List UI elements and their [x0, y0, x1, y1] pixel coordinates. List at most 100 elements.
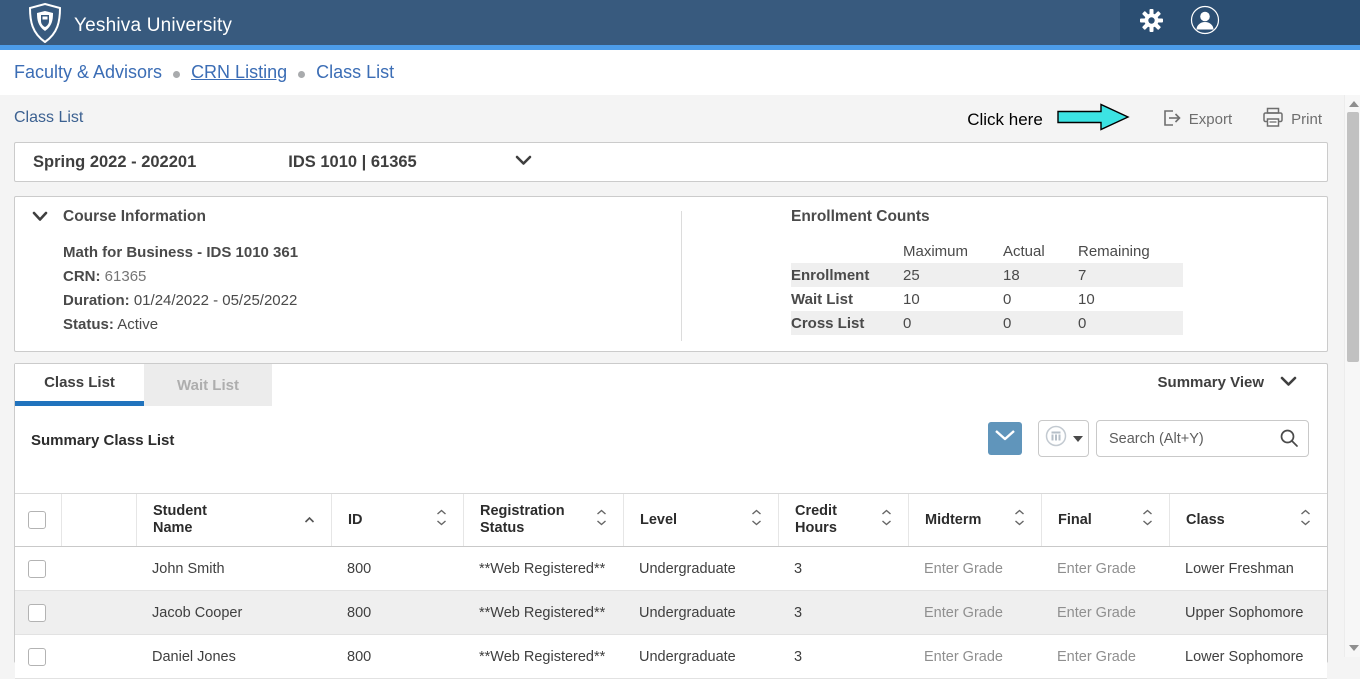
list-toolbar: Summary Class List: [15, 406, 1327, 493]
row-label: Cross List: [791, 311, 903, 335]
header-blank-column: [61, 494, 136, 546]
caret-down-icon: [1073, 436, 1083, 442]
breadcrumb-faculty-advisors[interactable]: Faculty & Advisors: [14, 62, 162, 83]
sort-ascending-icon[interactable]: [304, 512, 315, 529]
export-label: Export: [1189, 111, 1232, 128]
status-label: Status:: [63, 316, 114, 333]
sort-icon[interactable]: [751, 509, 762, 531]
row-label: Enrollment: [791, 263, 903, 287]
breadcrumb-class-list: Class List: [316, 62, 394, 83]
print-button[interactable]: Print: [1262, 107, 1322, 132]
brand[interactable]: Yeshiva University: [28, 3, 232, 48]
annotation-arrow-icon: [1057, 103, 1131, 136]
sort-icon[interactable]: [1300, 509, 1311, 531]
sort-icon[interactable]: [881, 509, 892, 531]
enrollment-col-maximum: Maximum: [903, 239, 1003, 263]
term-value: Spring 2022 - 202201: [33, 153, 196, 172]
enrollment-counts-table: Maximum Actual Remaining Enrollment 25 1…: [791, 239, 1183, 335]
registration-status-cell: **Web Registered**: [463, 561, 623, 577]
class-list-panel: Class List Wait List Summary View Summar…: [14, 363, 1328, 663]
vertical-scrollbar[interactable]: [1344, 95, 1360, 657]
status-value: Active: [117, 316, 158, 333]
search-input[interactable]: [1096, 420, 1309, 457]
scroll-down-arrow[interactable]: [1349, 645, 1359, 651]
header-midterm[interactable]: Midterm: [908, 494, 1041, 546]
header-final[interactable]: Final: [1041, 494, 1169, 546]
cell-value: 0: [903, 311, 1003, 335]
level-cell: Undergraduate: [623, 605, 778, 621]
sort-icon[interactable]: [436, 509, 447, 531]
breadcrumb-separator-dot: [173, 71, 180, 78]
class-standing-cell: Lower Freshman: [1169, 561, 1327, 577]
final-grade-link[interactable]: Enter Grade: [1041, 605, 1169, 621]
student-name-cell[interactable]: John Smith: [136, 561, 331, 577]
student-row[interactable]: Jacob Cooper 800 **Web Registered** Unde…: [15, 591, 1327, 635]
course-details: Math for Business - IDS 1010 361 CRN: 61…: [63, 241, 298, 337]
tabs-row: Class List Wait List Summary View: [15, 364, 1327, 406]
select-all-checkbox[interactable]: [28, 511, 46, 529]
university-shield-logo-icon: [28, 3, 62, 48]
tab-class-list[interactable]: Class List: [15, 364, 144, 401]
email-button[interactable]: [988, 422, 1022, 455]
midterm-grade-link[interactable]: Enter Grade: [908, 605, 1041, 621]
view-mode-dropdown[interactable]: Summary View: [1158, 374, 1297, 391]
print-label: Print: [1291, 111, 1322, 128]
midterm-grade-link[interactable]: Enter Grade: [908, 561, 1041, 577]
student-row[interactable]: John Smith 800 **Web Registered** Underg…: [15, 547, 1327, 591]
enrollment-row: Enrollment 25 18 7: [791, 263, 1183, 287]
final-grade-link[interactable]: Enter Grade: [1041, 561, 1169, 577]
status-line: Status: Active: [63, 313, 298, 337]
row-label: Wait List: [791, 287, 903, 311]
row-checkbox[interactable]: [28, 604, 46, 622]
header-registration-status[interactable]: Registration Status: [463, 494, 623, 546]
course-information-title: Course Information: [63, 208, 206, 226]
sort-icon[interactable]: [1014, 509, 1025, 531]
collapse-chevron-icon[interactable]: [32, 209, 48, 227]
breadcrumb-crn-listing[interactable]: CRN Listing: [191, 62, 287, 83]
duration-line: Duration: 01/24/2022 - 05/25/2022: [63, 289, 298, 313]
cell-value: 25: [903, 263, 1003, 287]
crn-label: CRN:: [63, 268, 101, 285]
row-checkbox[interactable]: [28, 560, 46, 578]
settings-gear-icon[interactable]: [1139, 8, 1164, 38]
level-cell: Undergraduate: [623, 561, 778, 577]
id-cell: 800: [331, 605, 463, 621]
header-level[interactable]: Level: [623, 494, 778, 546]
student-name-cell[interactable]: Jacob Cooper: [136, 605, 331, 621]
columns-circle-icon: [1045, 425, 1067, 452]
export-button[interactable]: Export: [1161, 108, 1232, 132]
header-class[interactable]: Class: [1169, 494, 1327, 546]
cell-value: 7: [1078, 263, 1183, 287]
course-title: Math for Business - IDS 1010 361: [63, 241, 298, 265]
roster-table-header: Student Name ID Registration Status Leve…: [15, 493, 1327, 547]
sort-icon[interactable]: [1142, 509, 1153, 531]
tab-wait-list[interactable]: Wait List: [144, 364, 272, 406]
enrollment-col-remaining: Remaining: [1078, 239, 1183, 263]
header-student-name[interactable]: Student Name: [136, 494, 331, 546]
cell-value: 10: [903, 287, 1003, 311]
cell-value: 0: [1003, 311, 1078, 335]
printer-icon: [1262, 107, 1284, 132]
click-here-annotation: Click here: [967, 110, 1043, 130]
enrollment-col-actual: Actual: [1003, 239, 1078, 263]
scroll-up-arrow[interactable]: [1349, 101, 1359, 107]
student-row[interactable]: Daniel Jones 800 **Web Registered** Unde…: [15, 635, 1327, 679]
page-header-bar: Class List Click here Export: [0, 95, 1360, 142]
course-information-panel: Course Information Math for Business - I…: [14, 196, 1328, 352]
sort-icon[interactable]: [596, 509, 607, 531]
breadcrumb-separator-dot: [298, 71, 305, 78]
cell-value: 0: [1003, 287, 1078, 311]
view-mode-label: Summary View: [1158, 374, 1264, 391]
header-id[interactable]: ID: [331, 494, 463, 546]
university-name: Yeshiva University: [74, 15, 232, 37]
header-credit-hours[interactable]: Credit Hours: [778, 494, 908, 546]
crn-value: 61365: [105, 268, 147, 285]
user-profile-icon[interactable]: [1190, 5, 1220, 40]
cross-list-row: Cross List 0 0 0: [791, 311, 1183, 335]
term-course-selector[interactable]: Spring 2022 - 202201 IDS 1010 | 61365: [14, 142, 1328, 182]
envelope-icon: [993, 427, 1017, 451]
column-tool-dropdown[interactable]: [1038, 420, 1089, 457]
scrollbar-thumb[interactable]: [1347, 112, 1359, 362]
crn-line: CRN: 61365: [63, 265, 298, 289]
id-cell: 800: [331, 561, 463, 577]
